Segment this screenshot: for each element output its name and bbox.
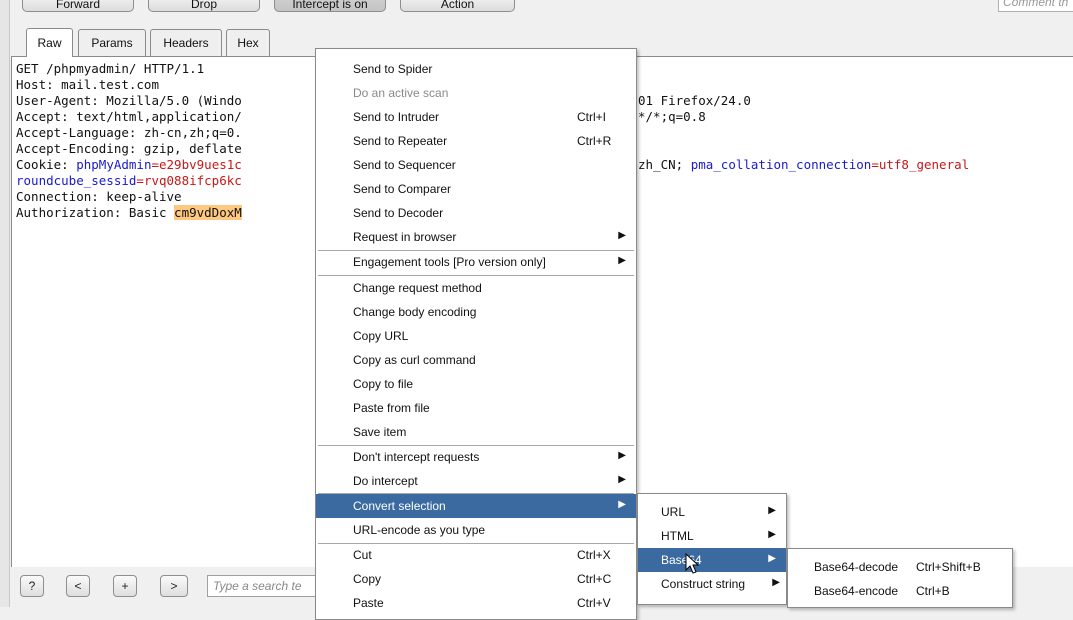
cookie-value: =e29bv9ues1c (151, 157, 242, 172)
tab-hex[interactable]: Hex (226, 29, 270, 56)
forward-button[interactable]: Forward (22, 0, 134, 12)
menu-item-send-to-comparer[interactable]: Send to Comparer (316, 177, 636, 201)
user-agent-header: User-Agent: Mozilla/5.0 (Windo (16, 93, 242, 108)
cookie-key: pma_collation_connection (690, 157, 872, 172)
submenu-arrow-icon: ▶ (768, 553, 776, 564)
auth-label: Authorization: Basic (16, 205, 175, 220)
menu-item-send-to-intruder[interactable]: Send to Intruder Ctrl+I (316, 105, 636, 129)
help-button[interactable]: ? (20, 575, 44, 597)
submenu-arrow-icon: ▶ (768, 529, 776, 540)
authorization-header: Authorization: Basic cm9vdDoxM (16, 205, 242, 221)
menu-item-copy[interactable]: Copy Ctrl+C (316, 567, 636, 591)
submenu-item-base64-decode[interactable]: Base64-decode Ctrl+Shift+B (788, 555, 1012, 579)
left-edge (0, 0, 10, 607)
submenu-item-url[interactable]: URL ▶ (638, 500, 786, 524)
request-line: GET /phpmyadmin/ HTTP/1.1 (16, 61, 205, 76)
submenu-arrow-icon: ▶ (618, 450, 626, 461)
menu-item-request-in-browser[interactable]: Request in browser ▶ (316, 225, 636, 249)
submenu-arrow-icon: ▶ (618, 499, 626, 510)
menu-item-do-intercept[interactable]: Do intercept ▶ (316, 469, 636, 493)
menu-item-copy-to-file[interactable]: Copy to file (316, 372, 636, 396)
search-input[interactable]: Type a search te (207, 575, 317, 597)
menu-item-dont-intercept[interactable]: Don't intercept requests ▶ (316, 445, 636, 469)
submenu-arrow-icon: ▶ (618, 230, 626, 241)
cookie-header-tail: zh_CN; pma_collation_connection=utf8_gen… (638, 157, 969, 173)
intercept-toggle-button[interactable]: Intercept is on (274, 0, 386, 12)
menu-item-copy-as-curl[interactable]: Copy as curl command (316, 348, 636, 372)
host-header: Host: mail.test.com (16, 77, 159, 92)
menu-item-paste-from-file[interactable]: Paste from file (316, 396, 636, 420)
cookie-header-cont: roundcube_sessid=rvq088ifcp6kc (16, 173, 242, 189)
selected-auth-value[interactable]: cm9vdDoxM (174, 205, 242, 220)
menu-item-convert-selection[interactable]: Convert selection ▶ (316, 494, 636, 518)
menu-item-change-request-method[interactable]: Change request method (316, 276, 636, 300)
base64-submenu: Base64-decode Ctrl+Shift+B Base64-encode C… (787, 548, 1013, 608)
menu-item-send-to-repeater[interactable]: Send to Repeater Ctrl+R (316, 129, 636, 153)
action-button[interactable]: Action (400, 0, 515, 12)
cookie-header: Cookie: phpMyAdmin=e29bv9ues1c (16, 157, 242, 173)
submenu-item-html[interactable]: HTML ▶ (638, 524, 786, 548)
cookie-key: roundcube_sessid (16, 173, 137, 188)
drop-button[interactable]: Drop (148, 0, 260, 12)
submenu-arrow-icon: ▶ (618, 255, 626, 266)
user-agent-header-tail: 01 Firefox/24.0 (638, 93, 751, 108)
submenu-arrow-icon: ▶ (772, 577, 780, 588)
add-button[interactable]: + (113, 575, 137, 597)
menu-item-send-to-sequencer[interactable]: Send to Sequencer (316, 153, 636, 177)
tab-headers[interactable]: Headers (150, 29, 222, 56)
submenu-item-base64-encode[interactable]: Base64-encode Ctrl+B (788, 579, 1012, 603)
cookie-label: Cookie: (16, 157, 77, 172)
menu-item-copy-url[interactable]: Copy URL (316, 324, 636, 348)
next-match-button[interactable]: > (160, 575, 188, 597)
context-menu: Send to Spider Do an active scan Send to… (315, 48, 637, 620)
submenu-arrow-icon: ▶ (618, 474, 626, 485)
accept-header-tail: */*;q=0.8 (638, 109, 706, 124)
accept-encoding-header: Accept-Encoding: gzip, deflate (16, 141, 242, 156)
menu-item-engagement-tools[interactable]: Engagement tools [Pro version only] ▶ (316, 250, 636, 274)
mouse-cursor-icon (685, 553, 700, 574)
menu-item-paste[interactable]: Paste Ctrl+V (316, 591, 636, 615)
menu-item-send-to-decoder[interactable]: Send to Decoder (316, 201, 636, 225)
cookie-key: phpMyAdmin (76, 157, 152, 172)
menu-item-send-to-spider[interactable]: Send to Spider (316, 57, 636, 81)
cookie-value: =rvq088ifcp6kc (136, 173, 242, 188)
cookie-value: =utf8_general (871, 157, 970, 172)
tab-params[interactable]: Params (78, 29, 146, 56)
tab-raw[interactable]: Raw (26, 28, 73, 57)
accept-language-header: Accept-Language: zh-cn,zh;q=0. (16, 125, 242, 140)
menu-item-active-scan: Do an active scan (353, 86, 449, 100)
submenu-arrow-icon: ▶ (768, 505, 776, 516)
previous-match-button[interactable]: < (66, 575, 90, 597)
submenu-item-construct-string[interactable]: Construct string ▶ (638, 572, 786, 596)
convert-selection-submenu: URL ▶ HTML ▶ Base64 ▶ Construct string ▶ (637, 493, 787, 605)
menu-item-cut[interactable]: Cut Ctrl+X (316, 543, 636, 567)
submenu-item-base64[interactable]: Base64 ▶ (638, 548, 786, 572)
comment-field[interactable]: Comment th (998, 0, 1073, 12)
accept-header: Accept: text/html,application/ (16, 109, 242, 124)
menu-item-save-item[interactable]: Save item (316, 420, 636, 444)
menu-item-url-encode-as-you-type[interactable]: URL-encode as you type (316, 518, 636, 542)
menu-item-change-body-encoding[interactable]: Change body encoding (316, 300, 636, 324)
connection-header: Connection: keep-alive (16, 189, 182, 204)
cookie-text: zh_CN; (638, 157, 691, 172)
